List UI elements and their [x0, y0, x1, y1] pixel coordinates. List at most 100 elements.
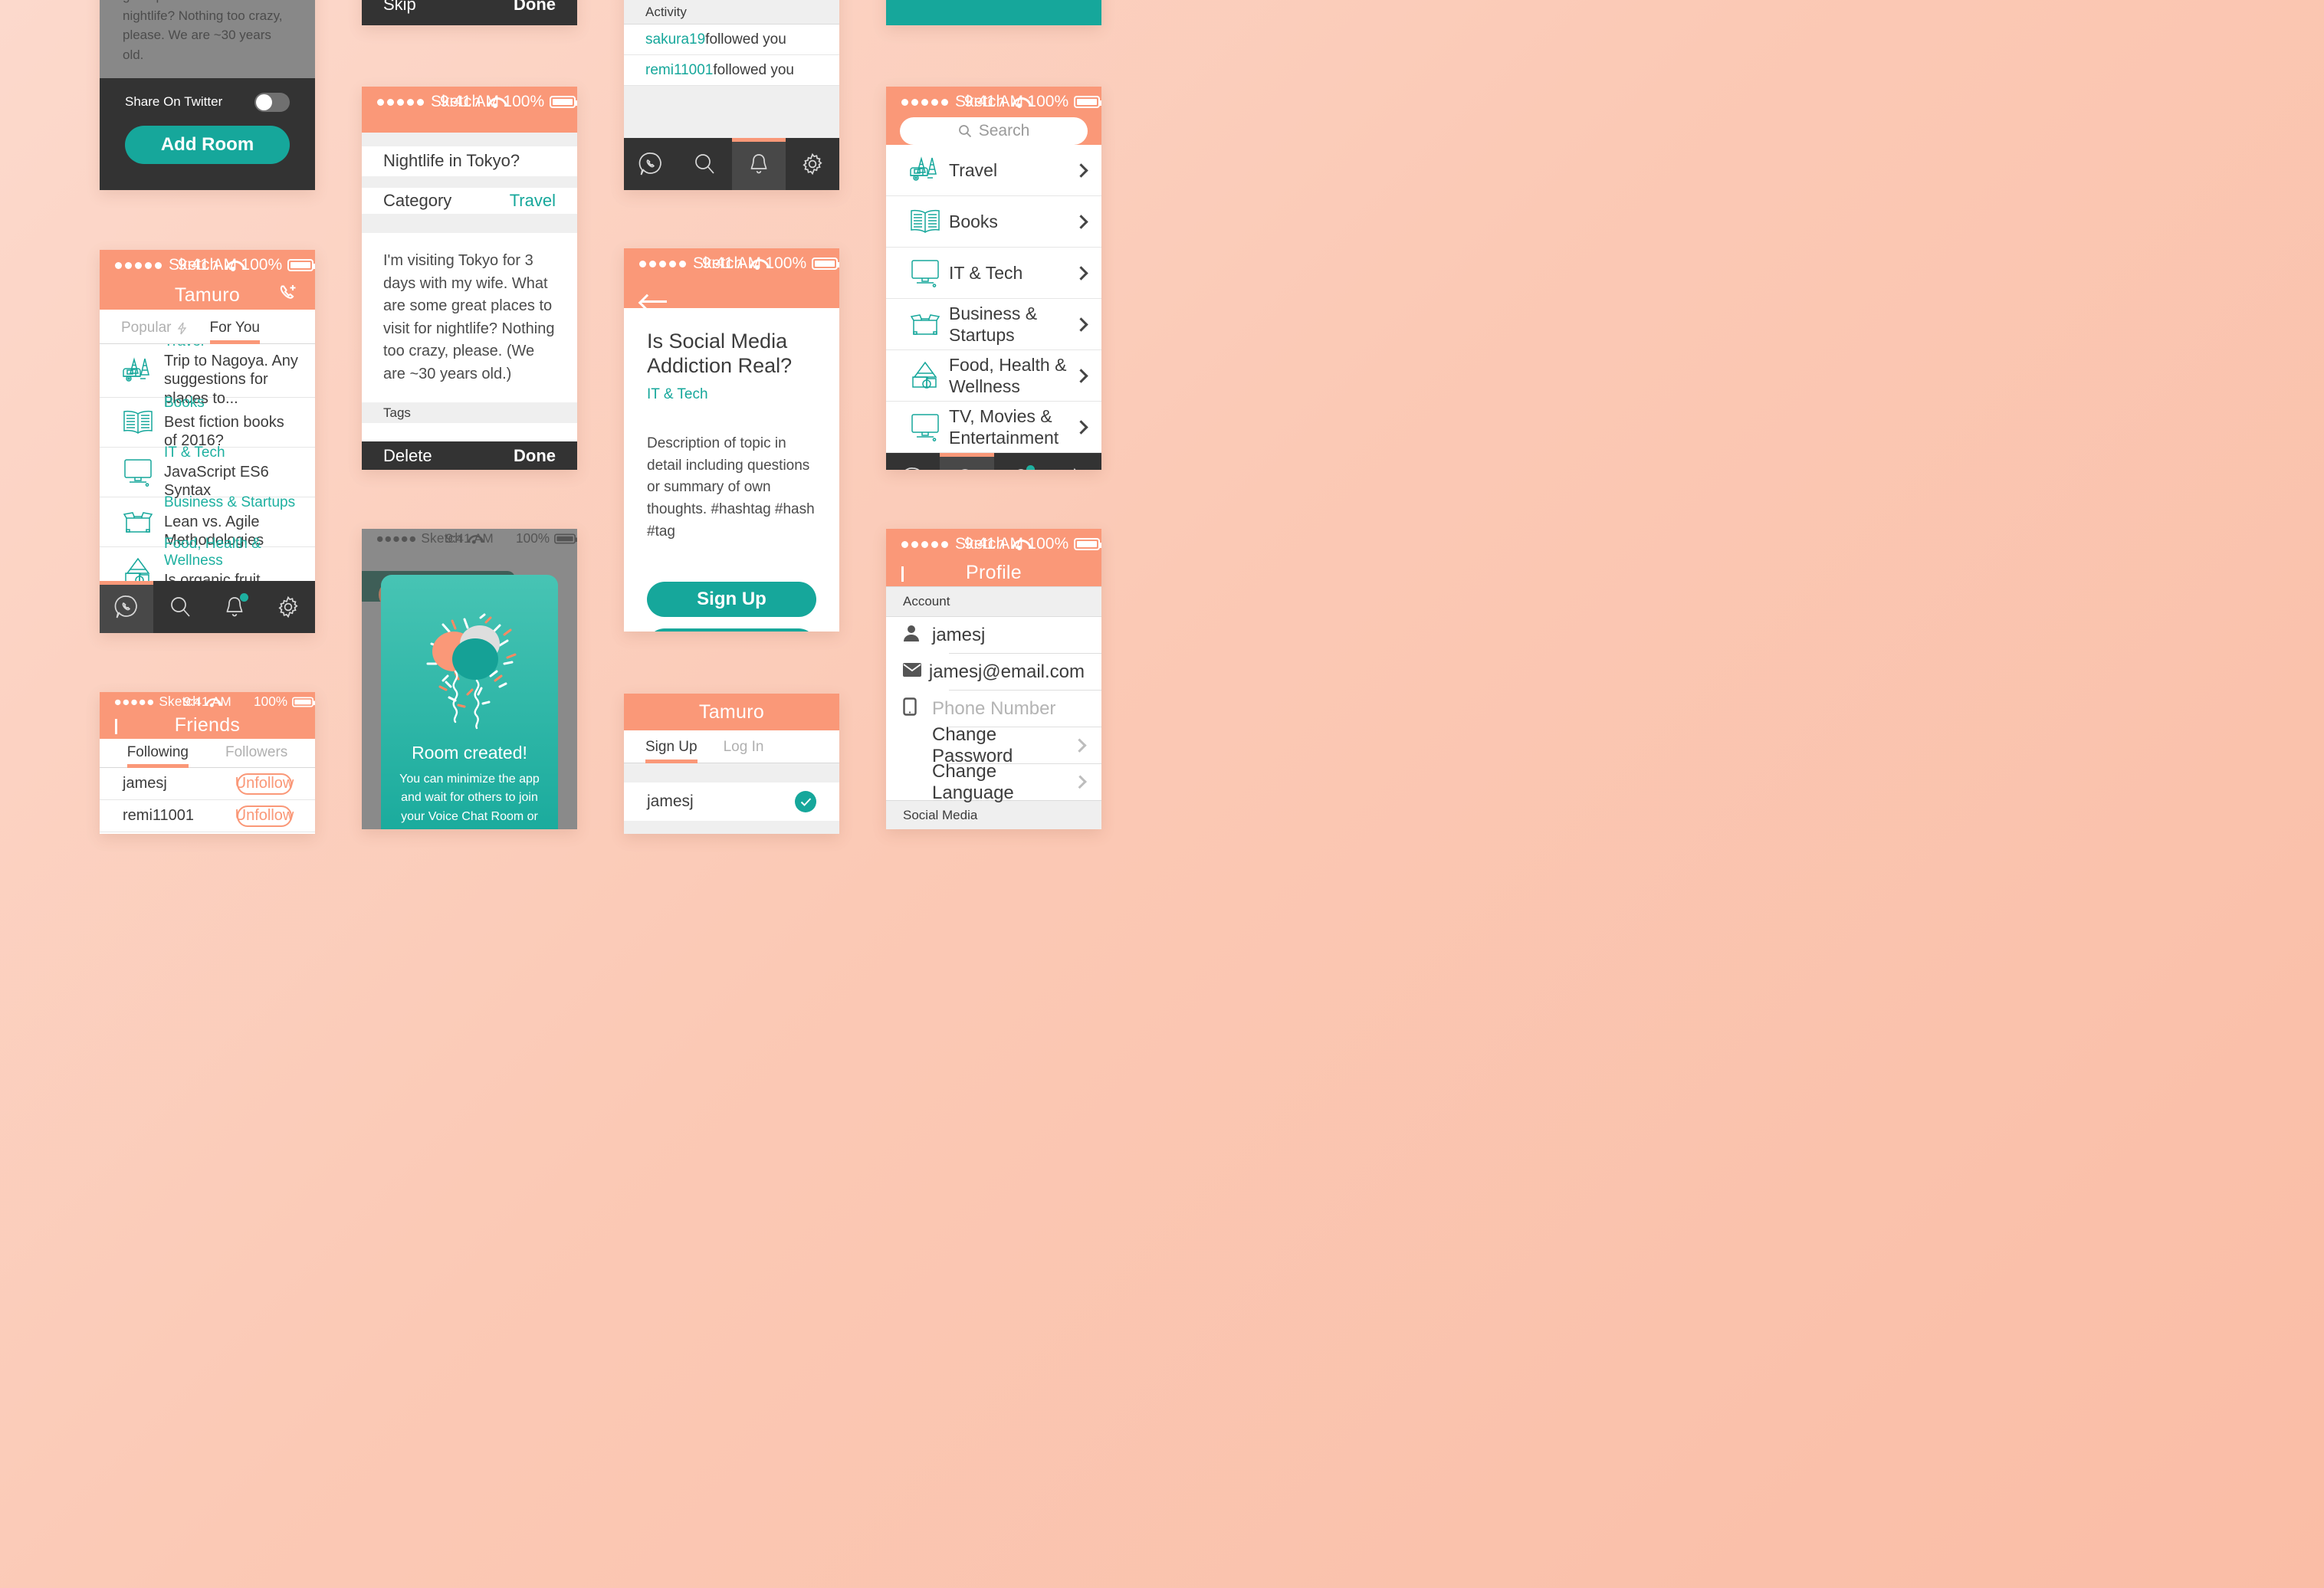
- tab-followers-label: Followers: [225, 744, 288, 760]
- battery-icon: [287, 259, 315, 271]
- feed-screen: Sketch 9:41 AM 100% Tamuro Popular For Y…: [100, 250, 315, 633]
- tags-field[interactable]: [362, 423, 577, 442]
- phone-field[interactable]: Phone Number: [886, 691, 1101, 727]
- list-item[interactable]: IT & Tech JavaScript ES6 Syntax: [100, 444, 315, 499]
- clock-label: 9:41 AM: [177, 256, 238, 274]
- unfollow-button[interactable]: Unfollow: [235, 773, 294, 795]
- tab-sign-up[interactable]: Sign Up: [645, 739, 698, 763]
- list-item[interactable]: Books Best fiction books of 2016?: [100, 395, 315, 449]
- tags-label: Tags: [383, 405, 411, 420]
- tab-search[interactable]: [940, 453, 994, 470]
- spacer: [362, 213, 577, 233]
- clock-label: 9:41 AM: [963, 535, 1024, 553]
- activity-text: followed you: [713, 61, 794, 78]
- email-value: jamesj@email.com: [928, 661, 1085, 682]
- open-book-icon: [901, 207, 949, 236]
- skip-button[interactable]: Skip: [383, 0, 416, 15]
- list-item[interactable]: Books: [886, 196, 1101, 248]
- tab-search[interactable]: [153, 581, 207, 633]
- list-item[interactable]: TV, Movies & Entertainment: [886, 402, 1101, 453]
- tab-for-you[interactable]: For You: [209, 320, 260, 344]
- share-on-twitter-label: Share On Twitter: [125, 94, 223, 109]
- tab-log-in[interactable]: Log In: [724, 739, 764, 763]
- category-label: Books: [949, 211, 998, 231]
- table-row[interactable]: jamesj Unfollow: [100, 768, 315, 800]
- activity-item[interactable]: sakura19 followed you: [624, 25, 839, 55]
- back-button[interactable]: [901, 566, 904, 582]
- room-created-card: Room created! You can minimize the app a…: [381, 575, 558, 829]
- tab-settings[interactable]: [786, 138, 839, 190]
- phone-device-icon-glyph: [903, 697, 917, 716]
- tab-rooms[interactable]: [100, 581, 154, 633]
- table-row[interactable]: remi11001 Unfollow: [100, 800, 315, 832]
- add-room-button-label: Add Room: [160, 134, 254, 155]
- room-body-field[interactable]: I'm visiting Tokyo for 3 days with my wi…: [362, 232, 577, 403]
- activity-text: followed you: [705, 31, 786, 48]
- tab-activity[interactable]: [208, 581, 261, 633]
- list-item[interactable]: Travel: [886, 145, 1101, 196]
- done-button[interactable]: Done: [514, 0, 556, 15]
- list-item[interactable]: Food, Health & Wellness: [886, 350, 1101, 402]
- list-item[interactable]: Travel Trip to Nagoya. Any suggestions f…: [100, 344, 315, 407]
- search-icon: [695, 154, 715, 174]
- tab-search[interactable]: [678, 138, 731, 190]
- done-button[interactable]: Done: [514, 446, 556, 466]
- chevron-right-icon: [1074, 419, 1088, 435]
- tab-following[interactable]: Following: [126, 744, 189, 768]
- back-button[interactable]: [115, 718, 117, 734]
- search-input[interactable]: Search: [900, 117, 1088, 145]
- topic-content: Is Social Media Addiction Real? IT & Tec…: [624, 308, 839, 632]
- tab-followers[interactable]: Followers: [225, 744, 287, 767]
- username-field[interactable]: jamesj: [624, 783, 839, 821]
- tab-activity[interactable]: [994, 453, 1048, 470]
- friend-username: jamesj: [123, 775, 167, 792]
- change-language-label: Change Language: [932, 760, 1014, 803]
- unfollow-button-label: Unfollow: [235, 807, 294, 824]
- activity-username[interactable]: remi11001: [645, 62, 713, 79]
- category-label: IT & Tech: [949, 262, 1023, 283]
- tab-activity[interactable]: [731, 138, 786, 190]
- login-button[interactable]: Log In: [647, 628, 816, 632]
- username-field[interactable]: jamesj: [886, 617, 1101, 653]
- search-icon: [171, 597, 191, 617]
- tab-settings[interactable]: [1048, 453, 1101, 470]
- change-language-row[interactable]: Change Language: [886, 761, 1101, 803]
- tab-rooms[interactable]: [624, 138, 678, 190]
- tab-rooms[interactable]: [886, 453, 940, 470]
- change-password-row[interactable]: Change Password: [886, 724, 1101, 766]
- add-room-screen: I'm visiting Tokyo for 3 days with my wi…: [100, 0, 315, 190]
- tab-settings[interactable]: [261, 581, 315, 633]
- tab-sign-up-label: Sign Up: [645, 739, 698, 755]
- room-title-field[interactable]: Nightlife in Tokyo?: [362, 146, 577, 176]
- activity-section-header: Activity: [624, 0, 839, 25]
- envelope-icon-glyph: [903, 663, 921, 677]
- delete-button[interactable]: Delete: [383, 446, 432, 466]
- room-created-body: You can minimize the app and wait for ot…: [399, 773, 540, 829]
- list-item[interactable]: IT & Tech: [886, 248, 1101, 299]
- page-title: Tamuro: [174, 284, 241, 306]
- username-value: jamesj: [647, 792, 694, 810]
- unfollow-button[interactable]: Unfollow: [235, 805, 294, 827]
- list-item[interactable]: Business & Startups: [886, 299, 1101, 350]
- share-on-twitter-row[interactable]: Share On Twitter: [125, 78, 290, 126]
- add-room-button[interactable]: Add Room: [125, 126, 290, 164]
- envelope-icon: [903, 663, 929, 681]
- list-item-category: IT & Tech: [164, 444, 225, 461]
- battery-icon: [550, 96, 577, 108]
- tab-popular[interactable]: Popular: [121, 320, 187, 343]
- add-room-panel: Share On Twitter Add Room: [100, 78, 315, 190]
- chevron-left-icon: [901, 566, 904, 582]
- signup-button[interactable]: Sign Up: [647, 582, 816, 618]
- category-field[interactable]: Category Travel: [362, 188, 577, 214]
- category-label: Travel: [949, 159, 998, 180]
- email-field[interactable]: jamesj@email.com: [886, 654, 1101, 690]
- activity-item[interactable]: remi11001 followed you: [624, 55, 839, 86]
- chevron-right-icon: [1074, 265, 1088, 281]
- list-item-category: Business & Startups: [164, 494, 296, 510]
- share-on-twitter-toggle[interactable]: [254, 92, 290, 112]
- social-header-label: Social Media: [903, 808, 978, 822]
- chevron-left-icon: [115, 718, 117, 734]
- activity-username[interactable]: sakura19: [645, 31, 705, 48]
- bottom-tab-bar: [100, 581, 315, 633]
- add-call-button[interactable]: [278, 284, 298, 307]
